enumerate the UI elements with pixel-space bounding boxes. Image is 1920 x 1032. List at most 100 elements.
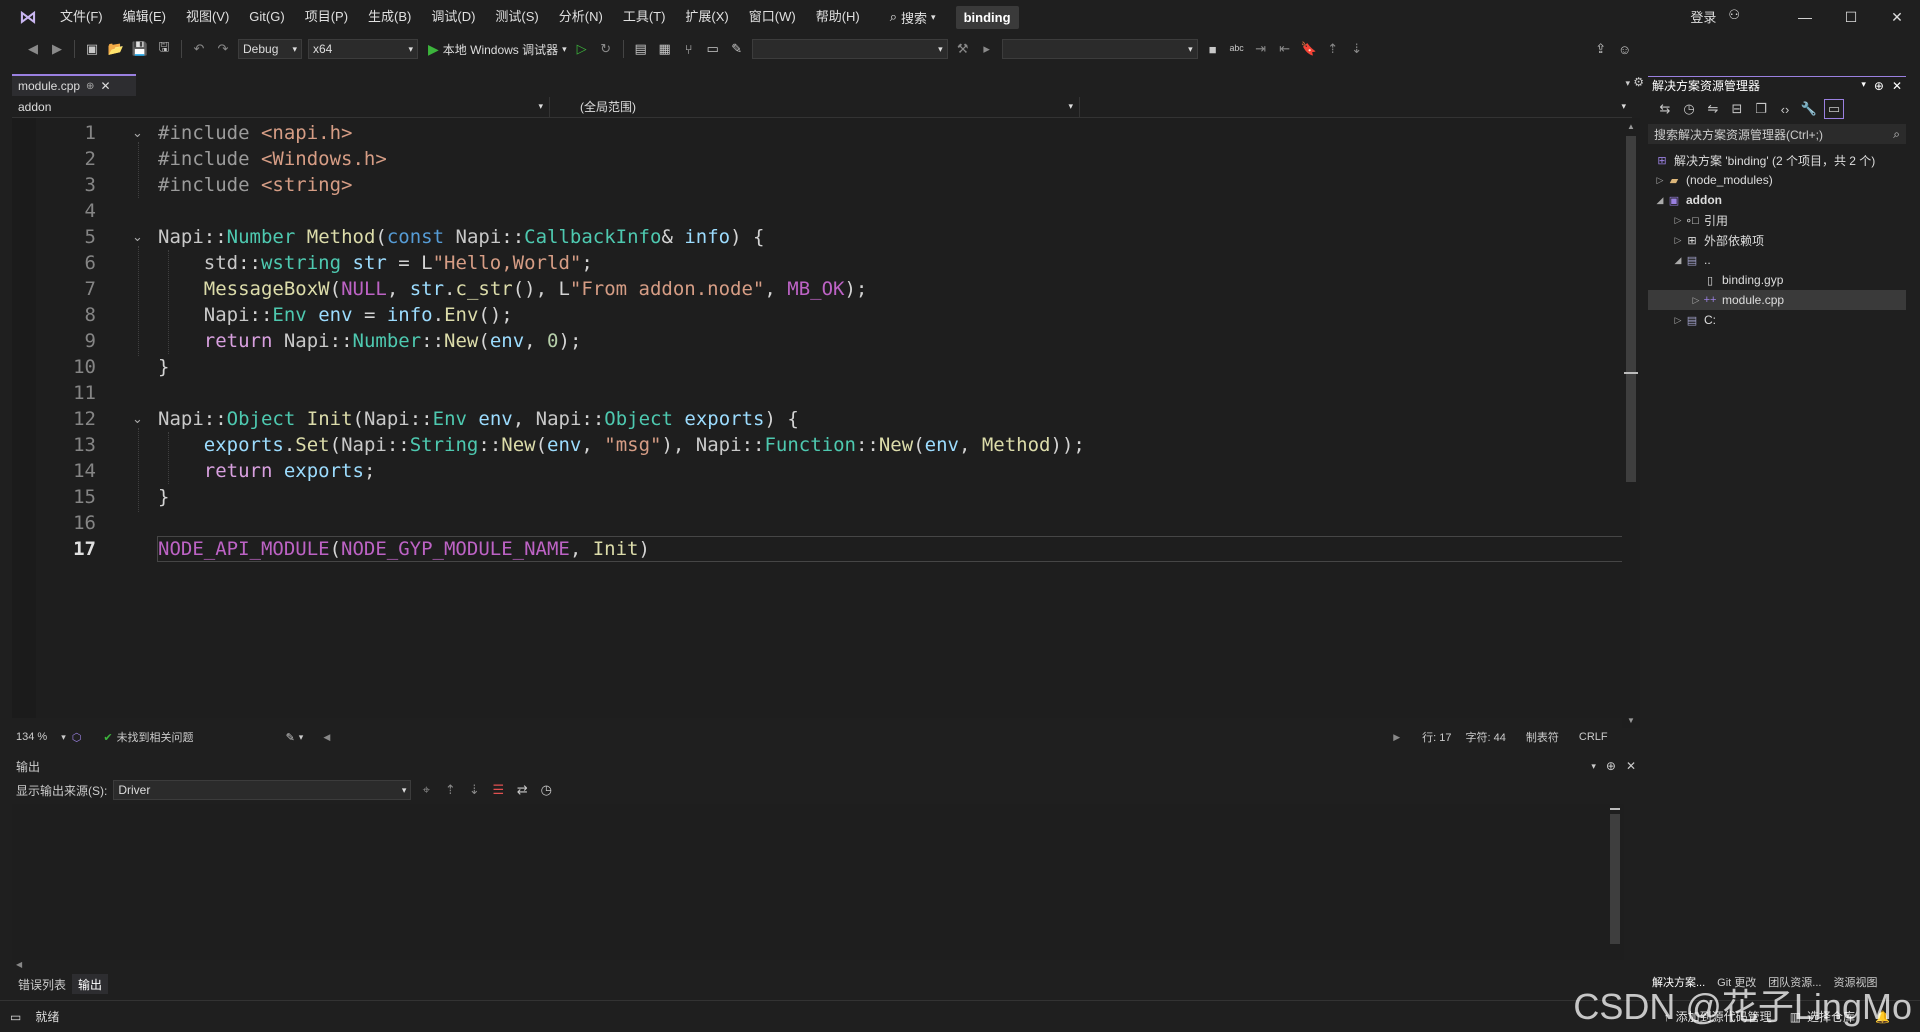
project-dropdown[interactable]: addon ▾: [12, 96, 550, 117]
scroll-up-icon[interactable]: ▲: [1627, 122, 1635, 131]
preview-icon[interactable]: ▭: [1824, 99, 1844, 119]
forward-icon[interactable]: ▶: [48, 40, 66, 58]
find-message-icon[interactable]: ⌖: [417, 781, 435, 799]
start-without-debugging-icon[interactable]: ▷: [573, 40, 591, 58]
menu-test[interactable]: 测试(S): [485, 0, 548, 34]
start-debugging-button[interactable]: ▶ 本地 Windows 调试器 ▾: [428, 41, 567, 58]
tab-error-list[interactable]: 错误列表: [12, 974, 72, 994]
menu-edit[interactable]: 编辑(E): [113, 0, 176, 34]
open-file-icon[interactable]: 📂: [107, 40, 125, 58]
tree-item-solution[interactable]: ⊞ 解决方案 'binding' (2 个项目，共 2 个): [1648, 150, 1906, 170]
scrollbar-thumb[interactable]: [1610, 814, 1620, 944]
pin-icon[interactable]: ⊕: [1606, 759, 1616, 773]
collapse-icon[interactable]: ◢: [1672, 255, 1684, 266]
comment-icon[interactable]: ▭: [704, 40, 722, 58]
output-hscroll[interactable]: ◀: [12, 960, 1624, 972]
tree-item-module-cpp[interactable]: ▷ ++ module.cpp: [1648, 290, 1906, 310]
show-all-files-icon[interactable]: ❐: [1752, 100, 1770, 118]
menu-view[interactable]: 视图(V): [176, 0, 239, 34]
chevron-down-icon[interactable]: ▾: [1861, 79, 1866, 93]
scroll-right-icon[interactable]: ▶: [1393, 732, 1400, 743]
save-all-icon[interactable]: 🖫: [155, 39, 173, 58]
menu-analyze[interactable]: 分析(N): [549, 0, 613, 34]
scope-dropdown[interactable]: (全局范围) ▾: [550, 96, 1080, 117]
minimize-icon[interactable]: —: [1782, 9, 1828, 25]
clear-all-icon[interactable]: ☰: [489, 781, 507, 799]
browse-icon[interactable]: ▤: [632, 40, 650, 58]
scroll-down-icon[interactable]: ▼: [1627, 716, 1635, 725]
back-icon[interactable]: ◀: [24, 40, 42, 58]
find-dropdown[interactable]: ▾: [751, 39, 948, 59]
platform-dropdown[interactable]: x64 ▾: [308, 39, 418, 59]
word-wrap-icon[interactable]: ⇄: [513, 781, 531, 799]
expand-icon[interactable]: ▷: [1672, 235, 1684, 246]
tab-module-cpp[interactable]: module.cpp ⊕ ✕: [12, 74, 136, 96]
tree-item-references[interactable]: ▷ ∘□ 引用: [1648, 210, 1906, 230]
expand-icon[interactable]: ▷: [1672, 315, 1684, 326]
close-icon[interactable]: ✕: [1626, 759, 1636, 773]
line-ending[interactable]: CRLF: [1579, 731, 1608, 743]
column-indicator[interactable]: 字符: 44: [1466, 729, 1506, 745]
prev-message-icon[interactable]: ⇡: [441, 781, 459, 799]
hot-reload-icon[interactable]: ↻: [597, 40, 615, 58]
account-settings-icon[interactable]: ⚇: [1728, 7, 1740, 26]
expand-icon[interactable]: ▷: [1654, 175, 1666, 186]
solution-search-input[interactable]: 搜索解决方案资源管理器(Ctrl+;) ⌕: [1648, 124, 1906, 144]
output-status-icon[interactable]: ▭: [10, 1010, 21, 1024]
editor-scrollbar[interactable]: ▲ ▼: [1622, 118, 1640, 730]
scrollbar-thumb[interactable]: [1626, 136, 1636, 482]
breakpoint-icon[interactable]: ▸: [978, 40, 996, 58]
feedback-icon[interactable]: ☺: [1616, 40, 1634, 58]
menu-extensions[interactable]: 扩展(X): [675, 0, 738, 34]
output-source-dropdown[interactable]: Driver ▾: [113, 780, 412, 800]
close-icon[interactable]: ✕: [100, 79, 110, 93]
layout-icon[interactable]: ▦: [656, 40, 674, 58]
properties-icon[interactable]: 🔧: [1800, 100, 1818, 118]
tree-item-node-modules[interactable]: ▷ ▰ (node_modules): [1648, 170, 1906, 190]
clock-icon[interactable]: ◷: [537, 781, 555, 799]
tree-item-c-drive[interactable]: ▷ ▤ C:: [1648, 310, 1906, 330]
tree-item-addon-project[interactable]: ◢ ▣ addon: [1648, 190, 1906, 210]
search-icon[interactable]: ⌕: [1893, 127, 1900, 142]
issues-status[interactable]: 未找到相关问题: [117, 729, 194, 745]
prev-bookmark-icon[interactable]: ⇡: [1324, 40, 1342, 58]
line-indicator[interactable]: 行: 17: [1422, 729, 1451, 745]
scroll-left-icon[interactable]: ◀: [323, 732, 330, 743]
menu-file[interactable]: 文件(F): [50, 0, 113, 34]
spell-check-icon[interactable]: ᵃᵇᶜ: [1228, 40, 1246, 58]
zoom-level[interactable]: 134 %: [12, 731, 47, 743]
indent-icon[interactable]: ⇥: [1252, 40, 1270, 58]
output-text-area[interactable]: ◀: [12, 804, 1624, 969]
search-button[interactable]: ⌕ 搜索 ▾: [884, 8, 942, 27]
pin-icon[interactable]: ⊕: [1874, 79, 1884, 93]
menu-debug[interactable]: 调试(D): [421, 0, 485, 34]
undo-icon[interactable]: ↶: [190, 40, 208, 58]
new-item-icon[interactable]: ▣: [83, 40, 101, 58]
maximize-icon[interactable]: ☐: [1828, 9, 1874, 26]
menu-project[interactable]: 项目(P): [295, 0, 358, 34]
tree-item-parent-folder[interactable]: ◢ ▤ ..: [1648, 250, 1906, 270]
chevron-down-icon[interactable]: ▾: [61, 732, 66, 743]
menu-window[interactable]: 窗口(W): [739, 0, 806, 34]
tab-overflow-icon[interactable]: ▾: [1625, 78, 1630, 89]
menu-git[interactable]: Git(G): [239, 0, 294, 34]
target-dropdown[interactable]: ▾: [1001, 39, 1198, 59]
tab-output[interactable]: 输出: [72, 974, 109, 994]
redo-icon[interactable]: ↷: [214, 40, 232, 58]
git-icon[interactable]: ⑂: [680, 40, 698, 58]
indent-mode[interactable]: 制表符: [1526, 729, 1559, 745]
pin-icon[interactable]: ⊕: [86, 81, 94, 92]
save-icon[interactable]: 💾: [131, 40, 149, 58]
menu-build[interactable]: 生成(B): [358, 0, 421, 34]
next-bookmark-icon[interactable]: ⇣: [1348, 40, 1366, 58]
member-dropdown[interactable]: ▾: [1080, 97, 1632, 117]
sync-icon[interactable]: ⇋: [1704, 100, 1722, 118]
code-view-icon[interactable]: ‹›: [1776, 100, 1794, 118]
stop-icon[interactable]: ■: [1204, 40, 1222, 58]
switch-views-icon[interactable]: ⇆: [1656, 100, 1674, 118]
close-icon[interactable]: ✕: [1874, 9, 1920, 26]
close-icon[interactable]: ✕: [1892, 79, 1902, 93]
expand-icon[interactable]: ▷: [1672, 215, 1684, 226]
expand-icon[interactable]: ▷: [1690, 295, 1702, 306]
scroll-left-icon[interactable]: ◀: [12, 960, 22, 969]
